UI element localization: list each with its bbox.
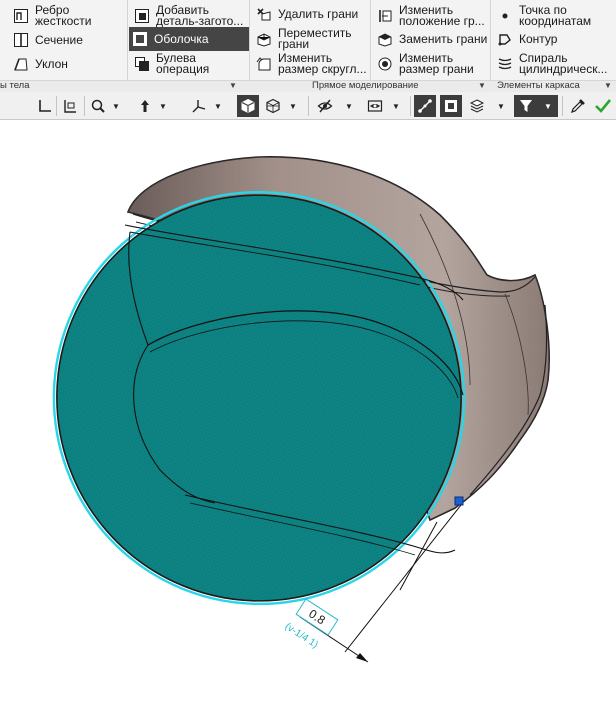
display-mode-icon[interactable]: [262, 95, 284, 117]
change-face-position-button[interactable]: Изменить положение гр...: [374, 4, 488, 28]
draft-button[interactable]: Уклон: [10, 52, 128, 76]
boolean-icon: [133, 55, 151, 73]
move-faces-button[interactable]: Переместить грани: [253, 27, 371, 51]
corner-icon[interactable]: [34, 95, 56, 117]
rib-icon: [12, 7, 30, 25]
filter-dropdown-icon[interactable]: ▼: [538, 95, 558, 117]
axes-dropdown-icon[interactable]: ▼: [212, 95, 224, 117]
delete-faces-icon: [255, 5, 273, 23]
hide-dropdown-icon[interactable]: ▼: [343, 95, 355, 117]
add-blank-part-button[interactable]: Добавить деталь-загото...: [131, 4, 248, 28]
ribbon-separator: [490, 0, 491, 80]
boolean-operation-button[interactable]: Булева операция: [131, 52, 248, 76]
toolbar-separator: [84, 96, 85, 116]
ribbon: Ребро жесткости Сечение Уклон Добавить д…: [0, 0, 616, 92]
orient-icon[interactable]: [134, 95, 156, 117]
orient-dropdown-icon[interactable]: ▼: [157, 95, 169, 117]
ribbon-separator: [249, 0, 250, 80]
change-fillet-size-button[interactable]: Изменить размер скругл...: [253, 52, 371, 76]
zoom-icon[interactable]: [87, 95, 109, 117]
group-label-body-elements: ы тела: [0, 80, 30, 91]
group-label-wireframe-elements: Элементы каркаса: [497, 80, 580, 91]
checkmark-icon[interactable]: [592, 95, 614, 117]
layers-icon[interactable]: [466, 95, 488, 117]
fill-icon[interactable]: [440, 95, 462, 117]
toolbar-separator: [562, 96, 563, 116]
filter-icon[interactable]: [514, 95, 538, 117]
axes-icon[interactable]: [188, 95, 210, 117]
group-expand-arrow-icon[interactable]: ▼: [229, 81, 237, 90]
group-label-direct-modeling: Прямое моделирование: [312, 80, 419, 91]
add-part-icon: [133, 7, 151, 25]
fillet-size-icon: [255, 55, 273, 73]
zoom-dropdown-icon[interactable]: ▼: [110, 95, 122, 117]
toolbar-separator: [56, 96, 57, 116]
replace-faces-button[interactable]: Заменить грани: [374, 27, 488, 51]
layers-dropdown-icon[interactable]: ▼: [495, 95, 507, 117]
cylindrical-spiral-button[interactable]: Спираль цилиндрическ...: [494, 52, 614, 76]
point-icon: [496, 7, 514, 25]
face-size-icon: [376, 55, 394, 73]
draft-icon: [12, 55, 30, 73]
visibility-icon[interactable]: [364, 95, 386, 117]
display-mode-dropdown-icon[interactable]: ▼: [287, 95, 299, 117]
group-expand-arrow-icon[interactable]: ▼: [604, 81, 612, 90]
eyedropper-icon[interactable]: [567, 95, 589, 117]
rib-button[interactable]: Ребро жесткости: [10, 4, 128, 28]
section-icon: [12, 31, 30, 49]
spiral-icon: [496, 55, 514, 73]
sketch-icon[interactable]: [59, 95, 81, 117]
ribbon-separator: [370, 0, 371, 80]
change-face-size-button[interactable]: Изменить размер грани: [374, 52, 488, 76]
view-toolbar: ▼ ▼ ▼ ▼ ▼ ▼ ▼ ▼: [0, 92, 616, 120]
model-viewport[interactable]: 0.8 (v-1/4 1): [0, 121, 616, 702]
view-cube-icon[interactable]: [237, 95, 259, 117]
section-button[interactable]: Сечение: [10, 28, 128, 52]
ribbon-separator: [127, 0, 128, 80]
visibility-dropdown-icon[interactable]: ▼: [390, 95, 402, 117]
vector-icon[interactable]: [414, 95, 436, 117]
replace-faces-icon: [376, 30, 394, 48]
selected-shell-face[interactable]: [0, 134, 522, 661]
point-by-coordinates-button[interactable]: Точка по координатам: [494, 4, 614, 28]
delete-faces-button[interactable]: Удалить грани: [253, 2, 371, 26]
toolbar-separator: [308, 96, 309, 116]
toolbar-separator: [410, 96, 411, 116]
shell-button[interactable]: Оболочка: [129, 27, 249, 51]
selection-grip-icon[interactable]: [454, 496, 464, 506]
contour-icon: [496, 30, 514, 48]
move-faces-icon: [255, 30, 273, 48]
hide-icon[interactable]: [314, 95, 336, 117]
contour-button[interactable]: Контур: [494, 27, 614, 51]
shell-icon: [131, 30, 149, 48]
shell-model-drawing: 0.8 (v-1/4 1): [0, 134, 550, 663]
face-position-icon: [376, 7, 394, 25]
group-expand-arrow-icon[interactable]: ▼: [478, 81, 486, 90]
